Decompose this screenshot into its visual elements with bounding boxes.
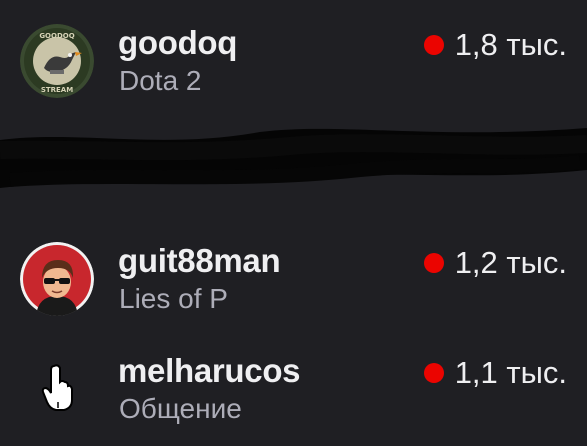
channel-avatar[interactable] (20, 242, 94, 316)
followed-channels-list: GOODOQ STREAM goodoq Dota 2 1,8 тыс. gui… (0, 0, 587, 446)
viewer-count-text: 1,1 тыс. (454, 355, 567, 390)
goose-stream-logo-icon: GOODOQ STREAM (20, 24, 94, 98)
channel-name[interactable]: guit88man (118, 242, 281, 280)
mouse-cursor-icon (41, 364, 73, 411)
channel-category: Общение (119, 393, 242, 424)
cartoon-man-sunglasses-icon (20, 242, 94, 316)
live-indicator-icon (423, 35, 444, 55)
viewer-count: 1,2 тыс. (423, 245, 567, 281)
viewer-count-text: 1,8 тыс. (454, 27, 567, 62)
avatar-logo-text-top: GOODOQ (39, 32, 74, 40)
channel-name[interactable]: goodoq (118, 24, 237, 62)
channel-category: Lies of P (119, 283, 228, 314)
channel-row-guit88man[interactable]: guit88man Lies of P 1,2 тыс. (0, 230, 587, 322)
viewer-count: 1,1 тыс. (423, 355, 567, 391)
live-indicator-icon (423, 253, 444, 273)
viewer-count-text: 1,2 тыс. (454, 245, 567, 280)
channel-category: Dota 2 (119, 65, 202, 96)
avatar-logo-text-bottom: STREAM (41, 86, 73, 94)
channel-name[interactable]: melharucos (118, 352, 301, 390)
live-indicator-icon (423, 363, 444, 383)
viewer-count: 1,8 тыс. (423, 27, 567, 63)
redaction-scribble (0, 128, 587, 188)
channel-row-melharucos[interactable]: melharucos Общение 1,1 тыс. (0, 340, 587, 432)
channel-avatar[interactable]: GOODOQ STREAM (20, 24, 94, 98)
channel-row-goodoq[interactable]: GOODOQ STREAM goodoq Dota 2 1,8 тыс. (0, 12, 587, 104)
